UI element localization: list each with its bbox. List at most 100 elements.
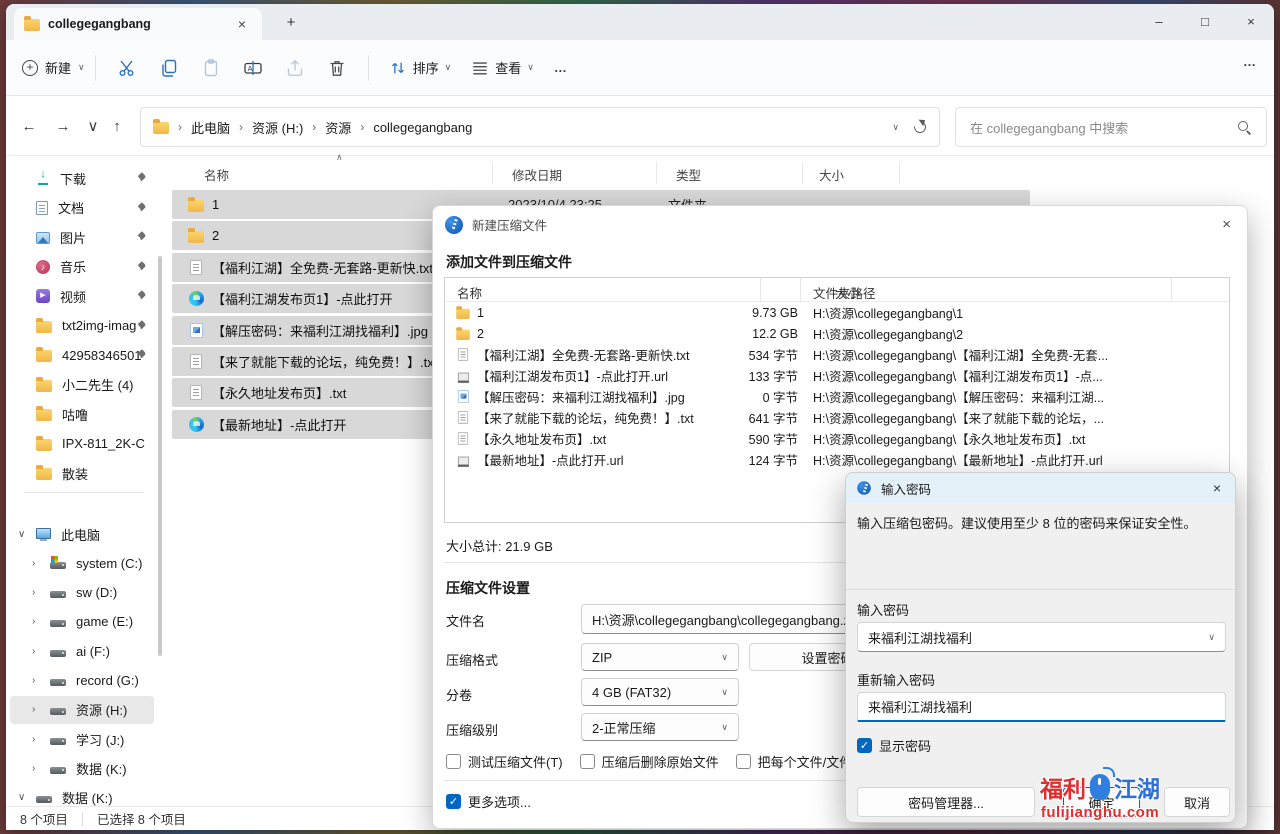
tree-item-3[interactable]: ›sw (D:)	[10, 579, 154, 607]
search-icon[interactable]	[1237, 120, 1252, 135]
sidebar-item-11[interactable]: 散装	[10, 459, 154, 487]
cut-button[interactable]	[106, 51, 148, 85]
tree-item-4[interactable]: ›game (E:)	[10, 608, 154, 636]
archive-row-1[interactable]: 19.73 GBH:\资源\collegegangbang\1	[445, 302, 1229, 323]
tree-item-7[interactable]: ›资源 (H:)	[10, 696, 154, 724]
breadcrumb-drive-h[interactable]: 资源 (H:)	[252, 118, 303, 137]
zip-option-checkbox-1[interactable]: 测试压缩文件(T)	[446, 752, 563, 771]
chevron-right-icon[interactable]: ›	[32, 704, 35, 715]
tree-item-1[interactable]: ∨此电脑	[10, 520, 154, 548]
new-button[interactable]: 新建 ∨	[22, 58, 85, 77]
volume-select[interactable]: 4 GB (FAT32) ∨	[581, 678, 739, 706]
checkbox-unchecked-icon[interactable]	[580, 754, 595, 769]
new-tab-button[interactable]: +	[280, 12, 302, 34]
sidebar-item-8[interactable]: 小二先生 (4)	[10, 371, 154, 399]
sidebar-scrollbar[interactable]	[158, 256, 162, 656]
sidebar-item-1[interactable]: 下载	[10, 164, 154, 192]
chevron-down-icon[interactable]: ∨	[18, 529, 25, 540]
minimize-button[interactable]: –	[1136, 4, 1182, 38]
tree-item-8[interactable]: ›学习 (J:)	[10, 725, 154, 753]
sidebar-item-4[interactable]: ♪音乐	[10, 253, 154, 281]
tree-item-10[interactable]: ∨数据 (K:)	[10, 784, 154, 808]
breadcrumb-this-pc[interactable]: 此电脑	[191, 118, 230, 137]
archive-row-4[interactable]: 【福利江湖发布页1】-点此打开.url133 字节H:\资源\collegega…	[445, 365, 1229, 386]
password-manager-button[interactable]: 密码管理器...	[857, 787, 1035, 817]
column-size[interactable]: 大小	[819, 165, 844, 184]
maximize-button[interactable]: □	[1182, 4, 1228, 38]
view-button[interactable]: 查看 ∨	[461, 58, 544, 77]
column-date[interactable]: 修改日期	[512, 165, 562, 184]
sidebar-item-9[interactable]: 咕噜	[10, 400, 154, 428]
show-password-checkbox[interactable]: 显示密码	[857, 736, 931, 755]
tree-item-2[interactable]: ›system (C:)	[10, 549, 154, 577]
close-button[interactable]: ×	[1228, 4, 1274, 38]
tree-item-5[interactable]: ›ai (F:)	[10, 637, 154, 665]
txt-icon	[190, 385, 202, 400]
file-icon-cell	[184, 198, 208, 212]
tree-item-6[interactable]: ›record (G:)	[10, 667, 154, 695]
chevron-down-icon[interactable]: ∨	[18, 792, 25, 803]
tab-close-icon[interactable]: ×	[232, 16, 252, 32]
column-type[interactable]: 类型	[676, 165, 701, 184]
checkbox-checked-icon[interactable]	[446, 794, 461, 809]
enter-password-label: 输入密码	[857, 600, 909, 619]
sidebar-item-6[interactable]: txt2img-imag	[10, 312, 154, 340]
search-input[interactable]: 在 collegegangbang 中搜索	[955, 107, 1267, 147]
archive-row-2[interactable]: 212.2 GBH:\资源\collegegangbang\2	[445, 323, 1229, 344]
show-password-label: 显示密码	[879, 736, 931, 755]
column-name[interactable]: 名称	[204, 165, 229, 184]
paste-button[interactable]	[190, 51, 232, 85]
breadcrumb[interactable]: › 此电脑 › 资源 (H:) › 资源 › collegegangbang ∨	[140, 107, 940, 147]
chevron-right-icon[interactable]: ›	[32, 675, 35, 686]
checkbox-unchecked-icon[interactable]	[736, 754, 751, 769]
sidebar-item-10[interactable]: IPX-811_2K-C	[10, 430, 154, 458]
sidebar-item-5[interactable]: ▶视频	[10, 282, 154, 310]
cancel-button[interactable]: 取消	[1164, 787, 1230, 817]
chevron-down-icon: ∨	[1208, 632, 1215, 643]
archive-row-8[interactable]: 【最新地址】-点此打开.url124 字节H:\资源\collegegangba…	[445, 449, 1229, 470]
delete-button[interactable]	[316, 51, 358, 85]
see-more-button[interactable]: …	[544, 60, 579, 75]
close-icon[interactable]: ×	[1213, 480, 1225, 496]
archive-row-6[interactable]: 【来了就能下载的论坛，纯免费！】.txt641 字节H:\资源\collegeg…	[445, 407, 1229, 428]
enter-password-input[interactable]: 来福利江湖找福利 ∨	[857, 622, 1226, 652]
more-options-checkbox[interactable]: 更多选项...	[446, 792, 531, 811]
rename-button[interactable]: A	[232, 51, 274, 85]
chevron-right-icon[interactable]: ›	[32, 646, 35, 657]
forward-button[interactable]: →	[50, 113, 76, 139]
tab-collegegangbang[interactable]: collegegangbang ×	[14, 8, 262, 40]
chevron-right-icon[interactable]: ›	[32, 558, 35, 569]
toolbar-overflow-button[interactable]: …	[1243, 54, 1258, 69]
address-dropdown-icon[interactable]: ∨	[892, 122, 899, 133]
sort-button[interactable]: 排序 ∨	[379, 58, 462, 77]
sidebar-item-3[interactable]: 图片	[10, 223, 154, 251]
chevron-right-icon[interactable]: ›	[32, 616, 35, 627]
chevron-right-icon[interactable]: ›	[32, 587, 35, 598]
checkbox-checked-icon[interactable]	[857, 738, 872, 753]
url-icon	[457, 456, 468, 465]
archive-row-3[interactable]: 【福利江湖】全免费-无套路-更新快.txt534 字节H:\资源\college…	[445, 344, 1229, 365]
sidebar-item-2[interactable]: 文档	[10, 194, 154, 222]
format-select[interactable]: ZIP ∨	[581, 643, 739, 671]
copy-button[interactable]	[148, 51, 190, 85]
share-button[interactable]	[274, 51, 316, 85]
refresh-icon[interactable]	[913, 120, 927, 134]
reenter-password-input[interactable]: 来福利江湖找福利	[857, 692, 1226, 722]
chevron-right-icon[interactable]: ›	[32, 734, 35, 745]
level-select[interactable]: 2-正常压缩 ∨	[581, 713, 739, 741]
tree-item-9[interactable]: ›数据 (K:)	[10, 754, 154, 782]
breadcrumb-current[interactable]: collegegangbang	[373, 120, 472, 135]
column-path[interactable]: 文件夹路径	[813, 283, 876, 302]
back-button[interactable]: ←	[16, 113, 42, 139]
column-name[interactable]: 名称	[457, 283, 482, 302]
chevron-right-icon[interactable]: ›	[32, 763, 35, 774]
sidebar-item-7[interactable]: 42958346501	[10, 341, 154, 369]
recent-locations-button[interactable]: ∨	[80, 113, 106, 139]
archive-row-5[interactable]: 【解压密码：来福利江湖找福利】.jpg0 字节H:\资源\collegegang…	[445, 386, 1229, 407]
up-button[interactable]: ↑	[104, 113, 130, 139]
archive-row-7[interactable]: 【永久地址发布页】.txt590 字节H:\资源\collegegangbang…	[445, 428, 1229, 449]
zip-option-checkbox-2[interactable]: 压缩后删除原始文件	[580, 752, 719, 771]
breadcrumb-ziyuan[interactable]: 资源	[325, 118, 351, 137]
checkbox-unchecked-icon[interactable]	[446, 754, 461, 769]
close-icon[interactable]: ×	[1222, 216, 1231, 233]
